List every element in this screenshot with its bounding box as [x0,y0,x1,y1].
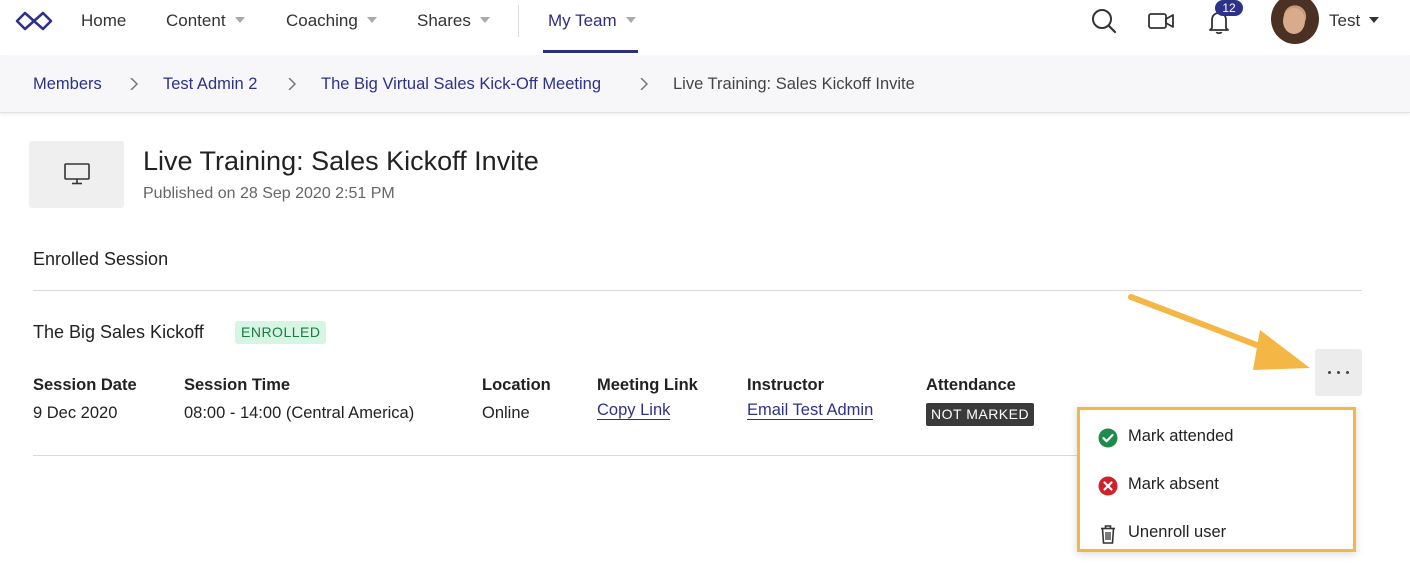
nav-home-label: Home [81,11,127,30]
brand-logo-icon[interactable] [14,10,54,32]
notification-count-badge: 12 [1215,0,1243,16]
meeting-link-label: Meeting Link [597,376,698,394]
menu-item-mark-attended[interactable]: Mark attended [1080,415,1353,461]
caret-down-icon [234,17,245,23]
more-actions-button[interactable] [1315,349,1362,396]
chevron-right-icon [640,78,649,90]
check-circle-icon [1098,428,1118,448]
annotation-arrow-icon [1128,294,1310,370]
menu-item-label: Mark attended [1128,427,1234,445]
monitor-icon [64,163,90,185]
top-navigation: Home Content Coaching Shares My Team 12 … [0,0,1410,55]
menu-item-unenroll[interactable]: Unenroll user [1080,511,1353,557]
user-avatar[interactable] [1271,0,1319,44]
menu-item-mark-absent[interactable]: Mark absent [1080,463,1353,509]
caret-down-icon [479,17,490,23]
session-name: The Big Sales Kickoff [33,322,204,342]
nav-shares[interactable]: Shares [417,0,490,42]
attendance-badge: NOT MARKED [926,403,1035,426]
menu-item-label: Unenroll user [1128,523,1227,541]
session-time-label: Session Time [184,376,291,394]
nav-coaching-label: Coaching [286,11,358,30]
instructor-label: Instructor [747,376,825,394]
location-label: Location [482,376,551,394]
breadcrumb-current: Live Training: Sales Kickoff Invite [673,75,915,93]
location-value: Online [482,404,530,422]
nav-divider [518,5,519,37]
nav-shares-label: Shares [417,11,471,30]
nav-content-label: Content [166,11,226,30]
published-date: Published on 28 Sep 2020 2:51 PM [143,185,395,202]
video-camera-icon[interactable] [1146,6,1176,36]
caret-down-icon [625,17,636,23]
status-badge: ENROLLED [235,321,327,344]
menu-item-label: Mark absent [1128,475,1219,493]
chevron-right-icon [288,78,297,90]
caret-down-icon [1369,17,1380,23]
nav-my-team-label: My Team [548,11,617,30]
active-tab-indicator [543,50,638,53]
breadcrumb-members[interactable]: Members [33,55,102,113]
chevron-right-icon [130,78,139,90]
content-thumbnail [29,141,124,208]
session-date-value: 9 Dec 2020 [33,404,118,422]
user-menu[interactable]: Test [1329,0,1380,42]
user-name-label: Test [1329,11,1361,30]
caret-down-icon [366,17,377,23]
session-date-label: Session Date [33,376,137,394]
trash-icon [1101,525,1115,544]
nav-home[interactable]: Home [81,0,126,42]
attendance-label: Attendance [926,376,1016,394]
page-title: Live Training: Sales Kickoff Invite [143,146,539,176]
email-instructor-link[interactable]: Email Test Admin [747,401,874,420]
breadcrumb: Members Test Admin 2 The Big Virtual Sal… [0,55,1410,113]
nav-coaching[interactable]: Coaching [286,0,377,42]
section-title: Enrolled Session [33,249,169,269]
nav-my-team[interactable]: My Team [548,0,636,42]
copy-link[interactable]: Copy Link [597,401,671,420]
breadcrumb-test-admin[interactable]: Test Admin 2 [163,55,257,113]
nav-content[interactable]: Content [166,0,245,42]
dot-icon [1337,371,1340,374]
session-time-value: 08:00 - 14:00 (Central America) [184,404,415,422]
divider [33,455,1078,456]
dot-icon [1328,371,1331,374]
search-icon[interactable] [1089,6,1119,36]
x-circle-icon [1098,476,1118,496]
breadcrumb-meeting[interactable]: The Big Virtual Sales Kick-Off Meeting [321,55,601,113]
actions-menu: Mark attended Mark absent Unenroll user [1077,407,1356,552]
dot-icon [1346,371,1349,374]
